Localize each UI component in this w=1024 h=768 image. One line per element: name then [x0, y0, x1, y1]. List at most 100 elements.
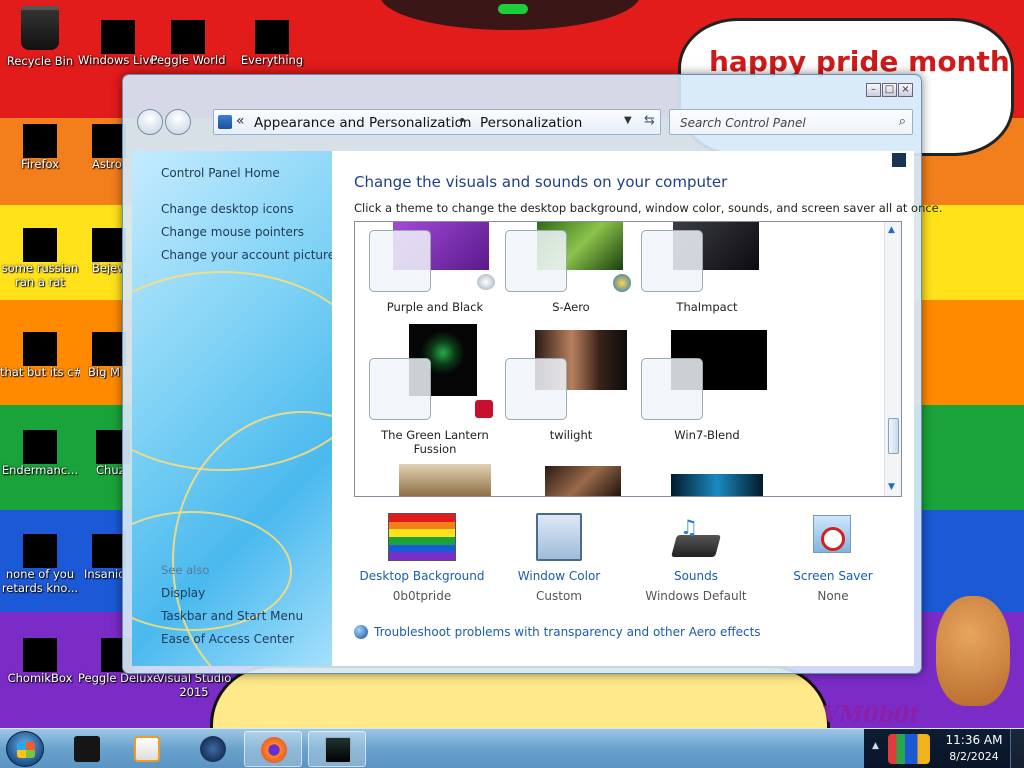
navigation-bar: « Appearance and Personalization • Perso…: [135, 107, 913, 137]
theme-settings-row: Desktop Background 0b0tpride Window Colo…: [354, 513, 902, 613]
media-player-icon: [134, 736, 160, 762]
chevron-left-icon[interactable]: «: [236, 113, 245, 129]
app-icon: [74, 736, 100, 762]
theme-color-swatch: [505, 358, 567, 420]
system-tray: ▲ 11:36 AM 8/2/2024: [864, 729, 1024, 768]
taskbar-app-1[interactable]: [58, 731, 116, 767]
start-button[interactable]: [6, 731, 44, 767]
desktop-icon-peggle-world[interactable]: Peggle World: [148, 14, 228, 67]
clock-time[interactable]: 11:36 AM: [944, 733, 1004, 747]
change-mouse-pointers-link[interactable]: Change mouse pointers: [161, 225, 304, 239]
search-icon[interactable]: ⌕: [899, 114, 906, 129]
breadcrumb-personalization[interactable]: Personalization: [480, 115, 582, 131]
sounds-setting[interactable]: ♫ Sounds Windows Default: [628, 513, 764, 603]
show-hidden-icons-icon[interactable]: ▲: [872, 741, 879, 751]
theme-preview: [545, 466, 621, 496]
network-icon[interactable]: [888, 734, 930, 764]
everything-search-icon: [255, 14, 289, 54]
desktop-icon-recycle-bin[interactable]: Recycle Bin: [0, 6, 80, 68]
desktop-icon-firefox[interactable]: Firefox: [0, 118, 80, 171]
control-panel-home-link[interactable]: Control Panel Home: [161, 166, 280, 180]
theme-name: ThaImpact: [676, 300, 738, 314]
firefox-icon: [261, 737, 287, 763]
sounds-icon: ♫: [670, 513, 722, 561]
search-box[interactable]: Search Control Panel ⌕: [669, 109, 913, 135]
recycle-bin-icon: [21, 6, 59, 50]
desktop-icon-astro-deluxe[interactable]: Astro Delu: [78, 118, 126, 171]
scroll-up-icon[interactable]: ▲: [888, 225, 895, 235]
desktop-icon-bejeweled-deluxe[interactable]: Bejew Delu: [78, 222, 126, 275]
clock-date[interactable]: 8/2/2024: [944, 750, 1004, 763]
screen-saver-value: None: [817, 589, 849, 603]
taskbar-start-menu-link[interactable]: Taskbar and Start Menu: [161, 609, 303, 623]
stack-icon: [23, 326, 57, 366]
taskbar-app-control-panel[interactable]: [308, 731, 366, 767]
troubleshoot-aero-link[interactable]: Troubleshoot problems with transparency …: [354, 625, 761, 639]
file-icon: [23, 528, 57, 568]
theme-color-swatch: [641, 230, 703, 292]
theme-name: Win7-Blend: [674, 428, 740, 442]
close-button[interactable]: ×: [898, 83, 913, 97]
sounds-label: Sounds: [673, 569, 719, 583]
page-title: Change the visuals and sounds on your co…: [354, 173, 728, 191]
theme-badge-icon: [475, 400, 493, 418]
taskbar-app-media-player[interactable]: [118, 731, 176, 767]
desktop-icon-insaniquarium-deluxe[interactable]: Insaniq Delu: [78, 528, 126, 581]
theme-gallery-scrollbar[interactable]: ▲ ▼: [884, 222, 901, 496]
bejeweled-icon: [92, 222, 126, 262]
scrollbar-thumb[interactable]: [888, 418, 899, 454]
breadcrumb-appearance[interactable]: Appearance and Personalization: [254, 115, 471, 131]
theme-color-swatch: [369, 230, 431, 292]
ease-of-access-link[interactable]: Ease of Access Center: [161, 632, 294, 646]
theme-color-swatch: [641, 358, 703, 420]
see-also-heading: See also: [161, 563, 210, 577]
window-color-value: Custom: [536, 589, 582, 603]
maximize-button[interactable]: □: [882, 83, 897, 97]
sounds-value: Windows Default: [645, 589, 747, 603]
window-color-setting[interactable]: Window Color Custom: [491, 513, 627, 603]
peggle-world-icon: [171, 14, 205, 54]
theme-gallery[interactable]: Purple and Black S-Aero ThaImpact The Gr…: [354, 221, 902, 497]
firefox-icon: [23, 118, 57, 158]
big-money-icon: [92, 326, 126, 366]
window-color-label: Window Color: [517, 569, 601, 583]
desktop-background-setting[interactable]: Desktop Background 0b0tpride: [354, 513, 490, 603]
desktop-wallpaper-figure: [380, 0, 640, 30]
taskbar-app-firefox[interactable]: [244, 731, 302, 767]
screen-saver-icon: [807, 513, 859, 561]
window-color-icon: [536, 513, 582, 561]
desktop-icon-chomikbox[interactable]: ChomikBox: [0, 632, 80, 685]
main-content: Change the visuals and sounds on your co…: [332, 151, 942, 666]
address-bar[interactable]: « Appearance and Personalization • Perso…: [213, 109, 661, 135]
personalization-window: – □ × « Appearance and Personalization •…: [122, 74, 942, 674]
page-description: Click a theme to change the desktop back…: [354, 201, 943, 215]
desktop-icon-windows-live-mail[interactable]: Windows Live Mai: [78, 14, 158, 67]
minimize-button[interactable]: –: [866, 83, 881, 97]
desktop-icon-that-but-its-csharp[interactable]: that but its c#: [0, 326, 80, 379]
scroll-down-icon[interactable]: ▼: [888, 482, 895, 492]
screen-saver-setting[interactable]: Screen Saver None: [765, 513, 901, 603]
breadcrumb-separator-icon: •: [458, 113, 467, 129]
desktop-icon-none-of-you[interactable]: none of you retards kno...: [0, 528, 80, 595]
show-desktop-button[interactable]: [1010, 729, 1024, 768]
windows-logo-icon: [17, 742, 35, 758]
theme-preview: [671, 474, 763, 496]
change-desktop-icons-link[interactable]: Change desktop icons: [161, 202, 294, 216]
search-placeholder: Search Control Panel: [680, 116, 806, 130]
desktop-icon-chuzzle-deluxe[interactable]: Chuz Delu: [78, 424, 130, 477]
taskbar-app-3[interactable]: [184, 731, 242, 767]
refresh-icon[interactable]: ⇆: [644, 113, 655, 128]
theme-name: Purple and Black: [386, 300, 484, 314]
desktop-icon-everything[interactable]: Everything: [232, 14, 312, 67]
change-account-picture-link[interactable]: Change your account picture: [161, 248, 332, 262]
desktop-icon-big-money-deluxe[interactable]: Big M Delu: [78, 326, 126, 379]
help-icon[interactable]: [892, 153, 906, 167]
desktop-icon-some-russian[interactable]: some russian ran a rat: [0, 222, 80, 289]
back-button[interactable]: [137, 109, 163, 135]
dropdown-arrow-icon[interactable]: ▼: [624, 115, 632, 126]
theme-color-swatch: [505, 230, 567, 292]
desktop-icon-endermanch[interactable]: Endermanc...: [0, 424, 80, 477]
forward-button[interactable]: [165, 109, 191, 135]
desktop-background-value: 0b0tpride: [392, 589, 452, 603]
display-link[interactable]: Display: [161, 586, 205, 600]
